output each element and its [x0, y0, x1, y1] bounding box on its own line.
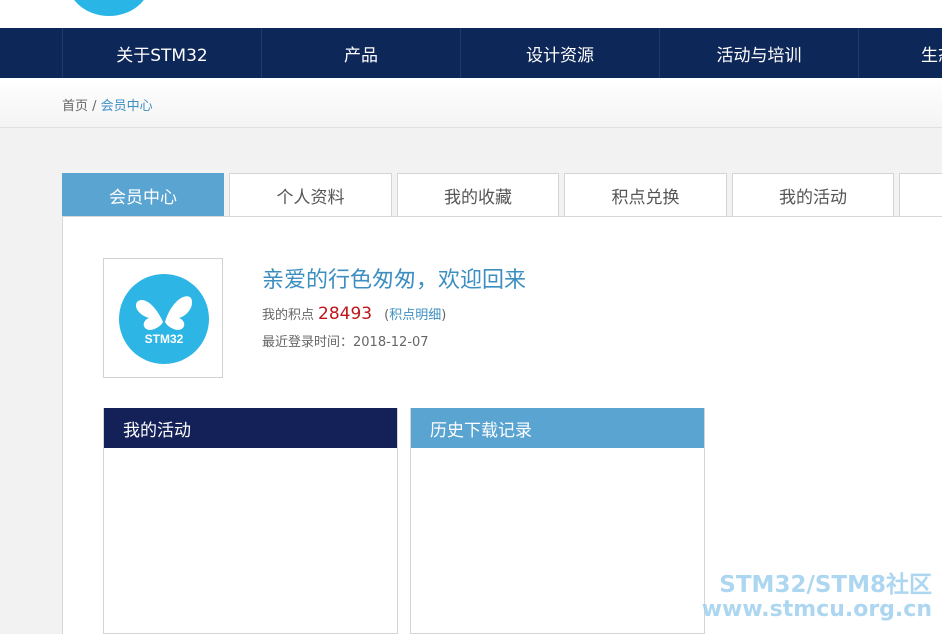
site-header: [0, 0, 942, 28]
points-line: 我的积点 28493 (积点明细): [262, 304, 446, 324]
points-detail-link[interactable]: 积点明细: [389, 308, 441, 323]
nav-item-ecosystem[interactable]: 生态: [858, 28, 942, 78]
points-value: 28493: [318, 304, 373, 324]
last-login-value: 2018-12-07: [353, 335, 429, 350]
tab-points-exchange[interactable]: 积点兑换: [564, 173, 727, 217]
my-activities-panel: 我的活动: [103, 408, 398, 634]
breadcrumb-separator: /: [88, 99, 101, 114]
tab-member-center[interactable]: 会员中心: [62, 173, 224, 217]
points-label: 我的积点: [262, 308, 315, 323]
watermark: STM32/STM8社区 www.stmcu.org.cn: [701, 572, 932, 623]
main-nav: 关于STM32 产品 设计资源 活动与培训 生态: [0, 28, 942, 78]
site-logo[interactable]: [68, 0, 150, 16]
tab-favorites[interactable]: 我的收藏: [397, 173, 559, 217]
breadcrumb-current[interactable]: 会员中心: [101, 99, 153, 114]
butterfly-icon: [135, 296, 193, 330]
last-login: 最近登录时间：2018-12-07: [262, 331, 429, 350]
breadcrumb-bar: 首页 / 会员中心: [0, 78, 942, 128]
tab-my-activities[interactable]: 我的活动: [732, 173, 894, 217]
tab-profile[interactable]: 个人资料: [229, 173, 392, 217]
breadcrumb: 首页 / 会员中心: [62, 95, 153, 114]
last-login-label: 最近登录时间：: [262, 335, 354, 350]
my-activities-title: 我的活动: [104, 408, 397, 448]
tab-more[interactable]: [899, 173, 942, 217]
nav-item-events-training[interactable]: 活动与培训: [659, 28, 858, 78]
welcome-message: 亲爱的行色匆匆，欢迎回来: [262, 268, 527, 293]
download-history-panel: 历史下载记录: [410, 408, 705, 634]
points-detail: (积点明细): [384, 304, 446, 323]
download-history-title: 历史下载记录: [411, 408, 704, 448]
nav-item-design-resources[interactable]: 设计资源: [460, 28, 659, 78]
avatar: STM32: [103, 258, 223, 378]
nav-item-products[interactable]: 产品: [261, 28, 460, 78]
points-detail-close: ): [441, 308, 447, 323]
stm32-logo: STM32: [119, 274, 209, 364]
breadcrumb-home[interactable]: 首页: [62, 99, 88, 114]
avatar-text: STM32: [144, 332, 184, 346]
watermark-line2: www.stmcu.org.cn: [701, 597, 932, 623]
nav-item-about-stm32[interactable]: 关于STM32: [62, 28, 261, 78]
watermark-line1: STM32/STM8社区: [719, 572, 932, 598]
